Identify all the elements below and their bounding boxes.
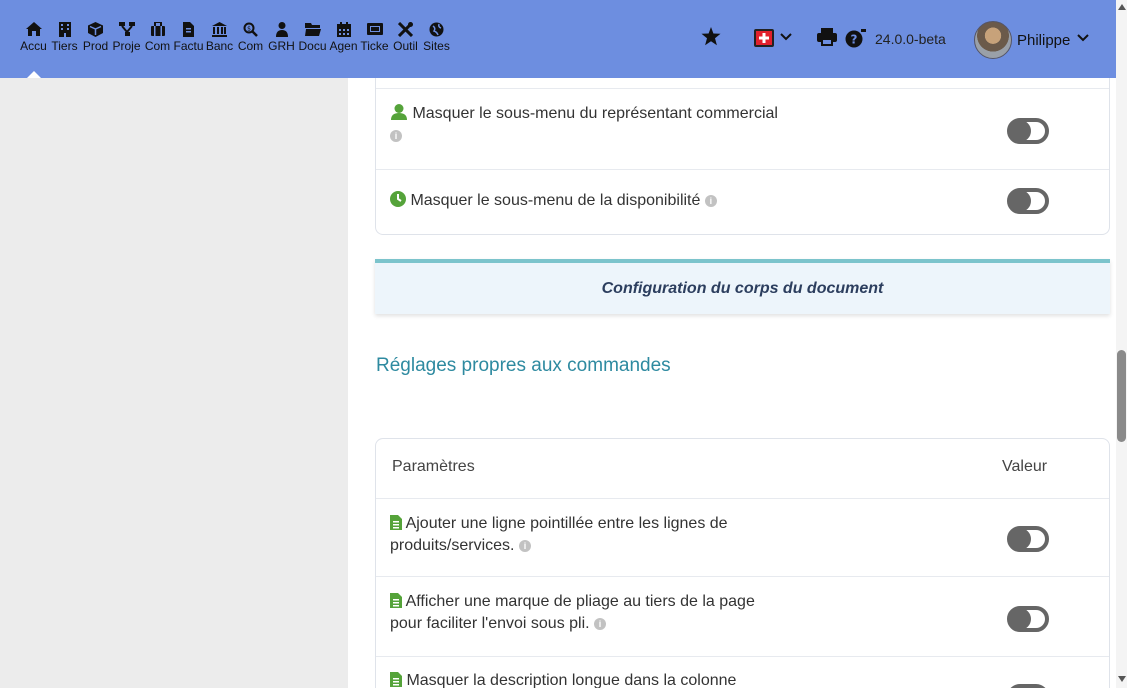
- top-navbar: Accu Tiers Prod Proje Com Factu Banc $ C: [0, 0, 1116, 78]
- avatar: [974, 21, 1012, 59]
- menu-item-tools[interactable]: Outil: [390, 0, 421, 78]
- info-icon[interactable]: i: [704, 194, 717, 207]
- menu-item-tickets[interactable]: Ticke: [359, 0, 390, 78]
- scroll-up-arrow-icon[interactable]: [1118, 4, 1126, 10]
- users-icon: [273, 20, 291, 38]
- menu-item-home[interactable]: Accu: [18, 0, 49, 78]
- calendar-icon: [335, 20, 353, 38]
- toggle-switch[interactable]: [1006, 604, 1054, 634]
- version-label: 24.0.0-beta: [875, 31, 946, 47]
- globe-icon: [428, 20, 446, 38]
- toggle-switch[interactable]: [1006, 116, 1054, 146]
- menu-item-accounting[interactable]: $ Com: [235, 0, 266, 78]
- menu-item-agenda[interactable]: Agen: [328, 0, 359, 78]
- toggle-switch[interactable]: [1006, 186, 1054, 216]
- main-menu: Accu Tiers Prod Proje Com Factu Banc $ C: [18, 0, 452, 78]
- document-icon: [390, 672, 402, 688]
- user-menu[interactable]: Philippe: [974, 21, 1090, 59]
- menu-item-sites[interactable]: Sites: [421, 0, 452, 78]
- menu-item-bank[interactable]: Banc: [204, 0, 235, 78]
- svg-text:?: ?: [851, 33, 858, 47]
- column-header-param: Paramètres: [392, 458, 475, 475]
- table-row: Afficher une marque de pliage au tiers d…: [376, 576, 1109, 656]
- folder-icon: [304, 20, 322, 38]
- scroll-down-arrow-icon[interactable]: [1118, 676, 1126, 682]
- chevron-down-icon: [1077, 31, 1090, 49]
- help-icon[interactable]: ?: [845, 28, 867, 53]
- document-icon: [390, 515, 402, 532]
- menu-item-commercial[interactable]: Com: [142, 0, 173, 78]
- table-row: Ajouter une ligne pointillée entre les l…: [376, 498, 1109, 576]
- bookmark-button[interactable]: [701, 26, 721, 52]
- invoice-icon: [180, 20, 198, 38]
- table-row: Masquer le sous-menu de la disponibilité…: [376, 169, 1109, 235]
- left-sidebar: [0, 78, 348, 688]
- briefcase-icon: [149, 20, 167, 38]
- printer-icon[interactable]: [817, 28, 837, 51]
- info-icon[interactable]: i: [390, 129, 402, 142]
- star-icon: [701, 27, 721, 51]
- tools-icon: [397, 20, 415, 38]
- setting-label: Ajouter une ligne pointillée entre les l…: [405, 515, 728, 532]
- section-title: Configuration du corps du document: [601, 279, 884, 297]
- user-icon: [390, 104, 408, 122]
- setting-label-cont: produits/services.: [390, 537, 515, 554]
- sitemap-icon: [118, 20, 136, 38]
- menu-item-hr[interactable]: GRH: [266, 0, 297, 78]
- scrollbar-thumb[interactable]: [1117, 350, 1126, 442]
- page-subheading: Réglages propres aux commandes: [376, 355, 671, 376]
- toggle-switch[interactable]: [1006, 524, 1054, 554]
- setting-label: Masquer le sous-menu de la disponibilité: [410, 192, 701, 209]
- settings-table-orders: Paramètres Valeur Ajouter une ligne poin…: [375, 438, 1110, 688]
- settings-table-menus: Masquer le sous-menu du représentant com…: [375, 78, 1110, 235]
- svg-text:$: $: [247, 25, 251, 32]
- toggle-switch[interactable]: [1006, 682, 1054, 688]
- building-icon: [56, 20, 74, 38]
- home-icon: [25, 20, 43, 38]
- vertical-scrollbar[interactable]: [1116, 0, 1127, 688]
- document-icon: [390, 593, 402, 610]
- language-flag-icon[interactable]: [754, 29, 774, 47]
- menu-item-tiers[interactable]: Tiers: [49, 0, 80, 78]
- bank-icon: [211, 20, 229, 38]
- menu-item-projects[interactable]: Proje: [111, 0, 142, 78]
- clock-icon: [390, 191, 406, 209]
- table-row: Masquer le sous-menu du représentant com…: [376, 88, 1109, 169]
- menu-item-billing[interactable]: Factu: [173, 0, 204, 78]
- info-icon[interactable]: i: [594, 617, 607, 630]
- setting-label: Afficher une marque de pliage au tiers d…: [405, 593, 755, 610]
- username: Philippe: [1017, 31, 1071, 49]
- setting-label: Masquer la description longue dans la co…: [406, 672, 737, 688]
- search-dollar-icon: $: [242, 20, 260, 38]
- table-header: Paramètres Valeur: [376, 439, 1109, 498]
- menu-item-documents[interactable]: Docu: [297, 0, 328, 78]
- info-icon[interactable]: i: [518, 539, 531, 552]
- ticket-icon: [366, 20, 384, 38]
- section-title-box: Configuration du corps du document: [375, 259, 1110, 314]
- setting-label-cont: pour faciliter l'envoi sous pli.: [390, 615, 590, 632]
- setting-label: Masquer le sous-menu du représentant com…: [412, 105, 778, 122]
- table-row: Masquer la description longue dans la co…: [376, 656, 1109, 688]
- column-header-value: Valeur: [1002, 458, 1048, 475]
- cube-icon: [87, 20, 105, 38]
- chevron-down-icon[interactable]: [780, 30, 792, 49]
- menu-item-products[interactable]: Prod: [80, 0, 111, 78]
